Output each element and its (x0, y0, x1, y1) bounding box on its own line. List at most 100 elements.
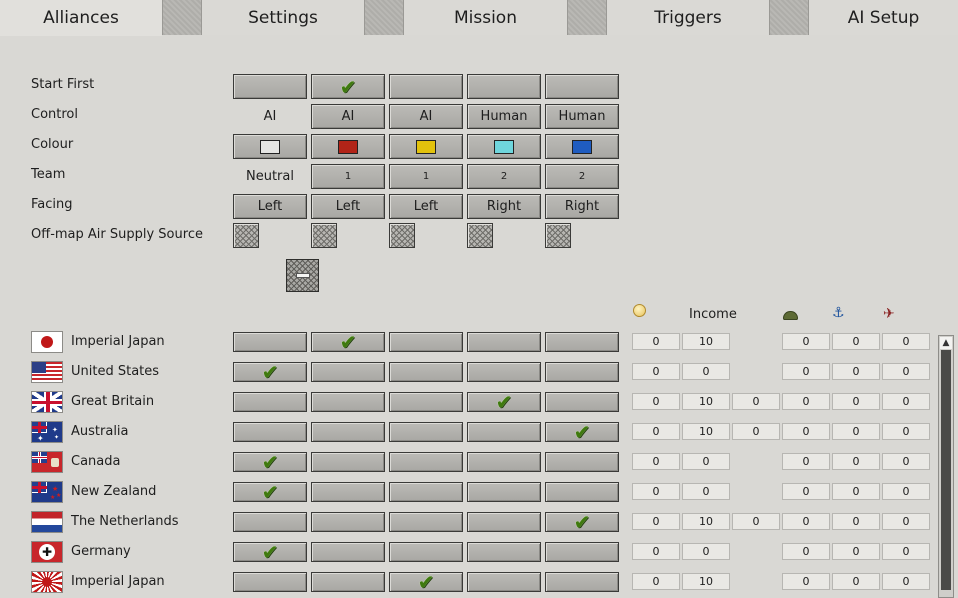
scroll-up-icon[interactable]: ▲ (940, 337, 952, 349)
start-first-toggle[interactable] (389, 74, 463, 99)
nation-side-toggle[interactable] (233, 512, 307, 532)
resource-value-field[interactable]: 0 (632, 363, 680, 380)
nation-side-toggle[interactable]: ✔ (545, 422, 619, 442)
resource-value-field[interactable]: 0 (832, 513, 880, 530)
resource-value-field[interactable]: 0 (782, 363, 830, 380)
nation-side-toggle[interactable]: ✔ (233, 362, 307, 382)
nation-side-toggle[interactable]: ✔ (311, 332, 385, 352)
nation-side-toggle[interactable] (389, 392, 463, 412)
facing-selector[interactable]: Left (233, 194, 307, 219)
resource-value-field[interactable]: 0 (882, 573, 930, 590)
resource-value-field[interactable]: 0 (632, 453, 680, 470)
nation-side-toggle[interactable] (389, 332, 463, 352)
control-selector[interactable]: AI (311, 104, 385, 129)
resource-value-field[interactable]: 0 (782, 453, 830, 470)
resource-value-field[interactable]: 0 (632, 333, 680, 350)
nation-side-toggle[interactable] (467, 452, 541, 472)
resource-value-field[interactable]: 0 (732, 393, 780, 410)
resource-value-field[interactable]: 0 (882, 513, 930, 530)
team-selector[interactable]: 1 (389, 164, 463, 189)
resource-value-field[interactable]: 0 (882, 543, 930, 560)
resource-value-field[interactable]: 0 (782, 333, 830, 350)
nation-side-toggle[interactable] (389, 362, 463, 382)
resource-value-field[interactable]: 0 (832, 453, 880, 470)
facing-selector[interactable]: Right (467, 194, 541, 219)
nation-side-toggle[interactable] (311, 572, 385, 592)
nation-side-toggle[interactable] (545, 482, 619, 502)
air-supply-toggle[interactable] (467, 223, 493, 248)
facing-selector[interactable]: Left (389, 194, 463, 219)
resource-value-field[interactable]: 0 (782, 543, 830, 560)
nation-side-toggle[interactable] (467, 542, 541, 562)
nation-side-toggle[interactable] (311, 482, 385, 502)
resource-value-field[interactable]: 0 (782, 483, 830, 500)
colour-selector[interactable] (389, 134, 463, 159)
nation-side-toggle[interactable] (545, 332, 619, 352)
facing-selector[interactable]: Left (311, 194, 385, 219)
nation-side-toggle[interactable]: ✔ (545, 512, 619, 532)
remove-side-button[interactable] (286, 259, 319, 292)
tab-settings[interactable]: Settings (202, 0, 364, 35)
nation-side-toggle[interactable] (233, 572, 307, 592)
start-first-toggle[interactable]: ✔ (311, 74, 385, 99)
facing-selector[interactable]: Right (545, 194, 619, 219)
colour-selector[interactable] (311, 134, 385, 159)
nation-side-toggle[interactable]: ✔ (233, 482, 307, 502)
nation-side-toggle[interactable] (467, 572, 541, 592)
start-first-toggle[interactable] (467, 74, 541, 99)
nation-side-toggle[interactable] (545, 362, 619, 382)
nation-side-toggle[interactable] (467, 422, 541, 442)
resource-value-field[interactable]: 0 (832, 333, 880, 350)
nation-side-toggle[interactable]: ✔ (233, 542, 307, 562)
resource-value-field[interactable]: 0 (632, 573, 680, 590)
resource-value-field[interactable]: 0 (782, 513, 830, 530)
resource-value-field[interactable]: 0 (882, 453, 930, 470)
nation-side-toggle[interactable] (545, 452, 619, 472)
nation-side-toggle[interactable] (389, 512, 463, 532)
resource-value-field[interactable]: 0 (632, 483, 680, 500)
air-supply-toggle[interactable] (311, 223, 337, 248)
resource-value-field[interactable]: 0 (882, 333, 930, 350)
nation-side-toggle[interactable] (389, 452, 463, 472)
resource-value-field[interactable]: 0 (882, 423, 930, 440)
resource-value-field[interactable]: 10 (682, 513, 730, 530)
resource-value-field[interactable]: 0 (882, 483, 930, 500)
nation-side-toggle[interactable] (389, 482, 463, 502)
scroll-thumb[interactable] (941, 350, 951, 590)
nation-side-toggle[interactable] (467, 362, 541, 382)
nation-side-toggle[interactable] (311, 542, 385, 562)
nation-side-toggle[interactable]: ✔ (233, 452, 307, 472)
resource-value-field[interactable]: 0 (832, 483, 880, 500)
nation-side-toggle[interactable] (467, 482, 541, 502)
resource-value-field[interactable]: 0 (682, 363, 730, 380)
resource-value-field[interactable]: 0 (882, 363, 930, 380)
nation-side-toggle[interactable] (311, 362, 385, 382)
nation-side-toggle[interactable]: ✔ (467, 392, 541, 412)
air-supply-toggle[interactable] (545, 223, 571, 248)
air-supply-toggle[interactable] (389, 223, 415, 248)
tab-mission[interactable]: Mission (404, 0, 567, 35)
tab-ai-setup[interactable]: AI Setup (809, 0, 958, 35)
resource-value-field[interactable]: 0 (832, 573, 880, 590)
control-selector[interactable]: Human (467, 104, 541, 129)
resource-value-field[interactable]: 0 (832, 393, 880, 410)
resource-value-field[interactable]: 0 (682, 453, 730, 470)
resource-value-field[interactable]: 0 (732, 513, 780, 530)
resource-value-field[interactable]: 0 (682, 483, 730, 500)
nation-side-toggle[interactable] (545, 392, 619, 412)
nation-side-toggle[interactable] (233, 422, 307, 442)
resource-value-field[interactable]: 0 (732, 423, 780, 440)
nation-side-toggle[interactable] (311, 422, 385, 442)
resource-value-field[interactable]: 0 (782, 573, 830, 590)
team-selector[interactable]: 1 (311, 164, 385, 189)
nation-side-toggle[interactable] (389, 542, 463, 562)
nation-list-scrollbar[interactable]: ▲ (938, 335, 954, 598)
nation-side-toggle[interactable] (467, 332, 541, 352)
resource-value-field[interactable]: 10 (682, 333, 730, 350)
colour-selector[interactable] (467, 134, 541, 159)
nation-side-toggle[interactable] (389, 422, 463, 442)
resource-value-field[interactable]: 0 (632, 513, 680, 530)
resource-value-field[interactable]: 0 (782, 423, 830, 440)
resource-value-field[interactable]: 0 (632, 423, 680, 440)
nation-side-toggle[interactable] (311, 512, 385, 532)
